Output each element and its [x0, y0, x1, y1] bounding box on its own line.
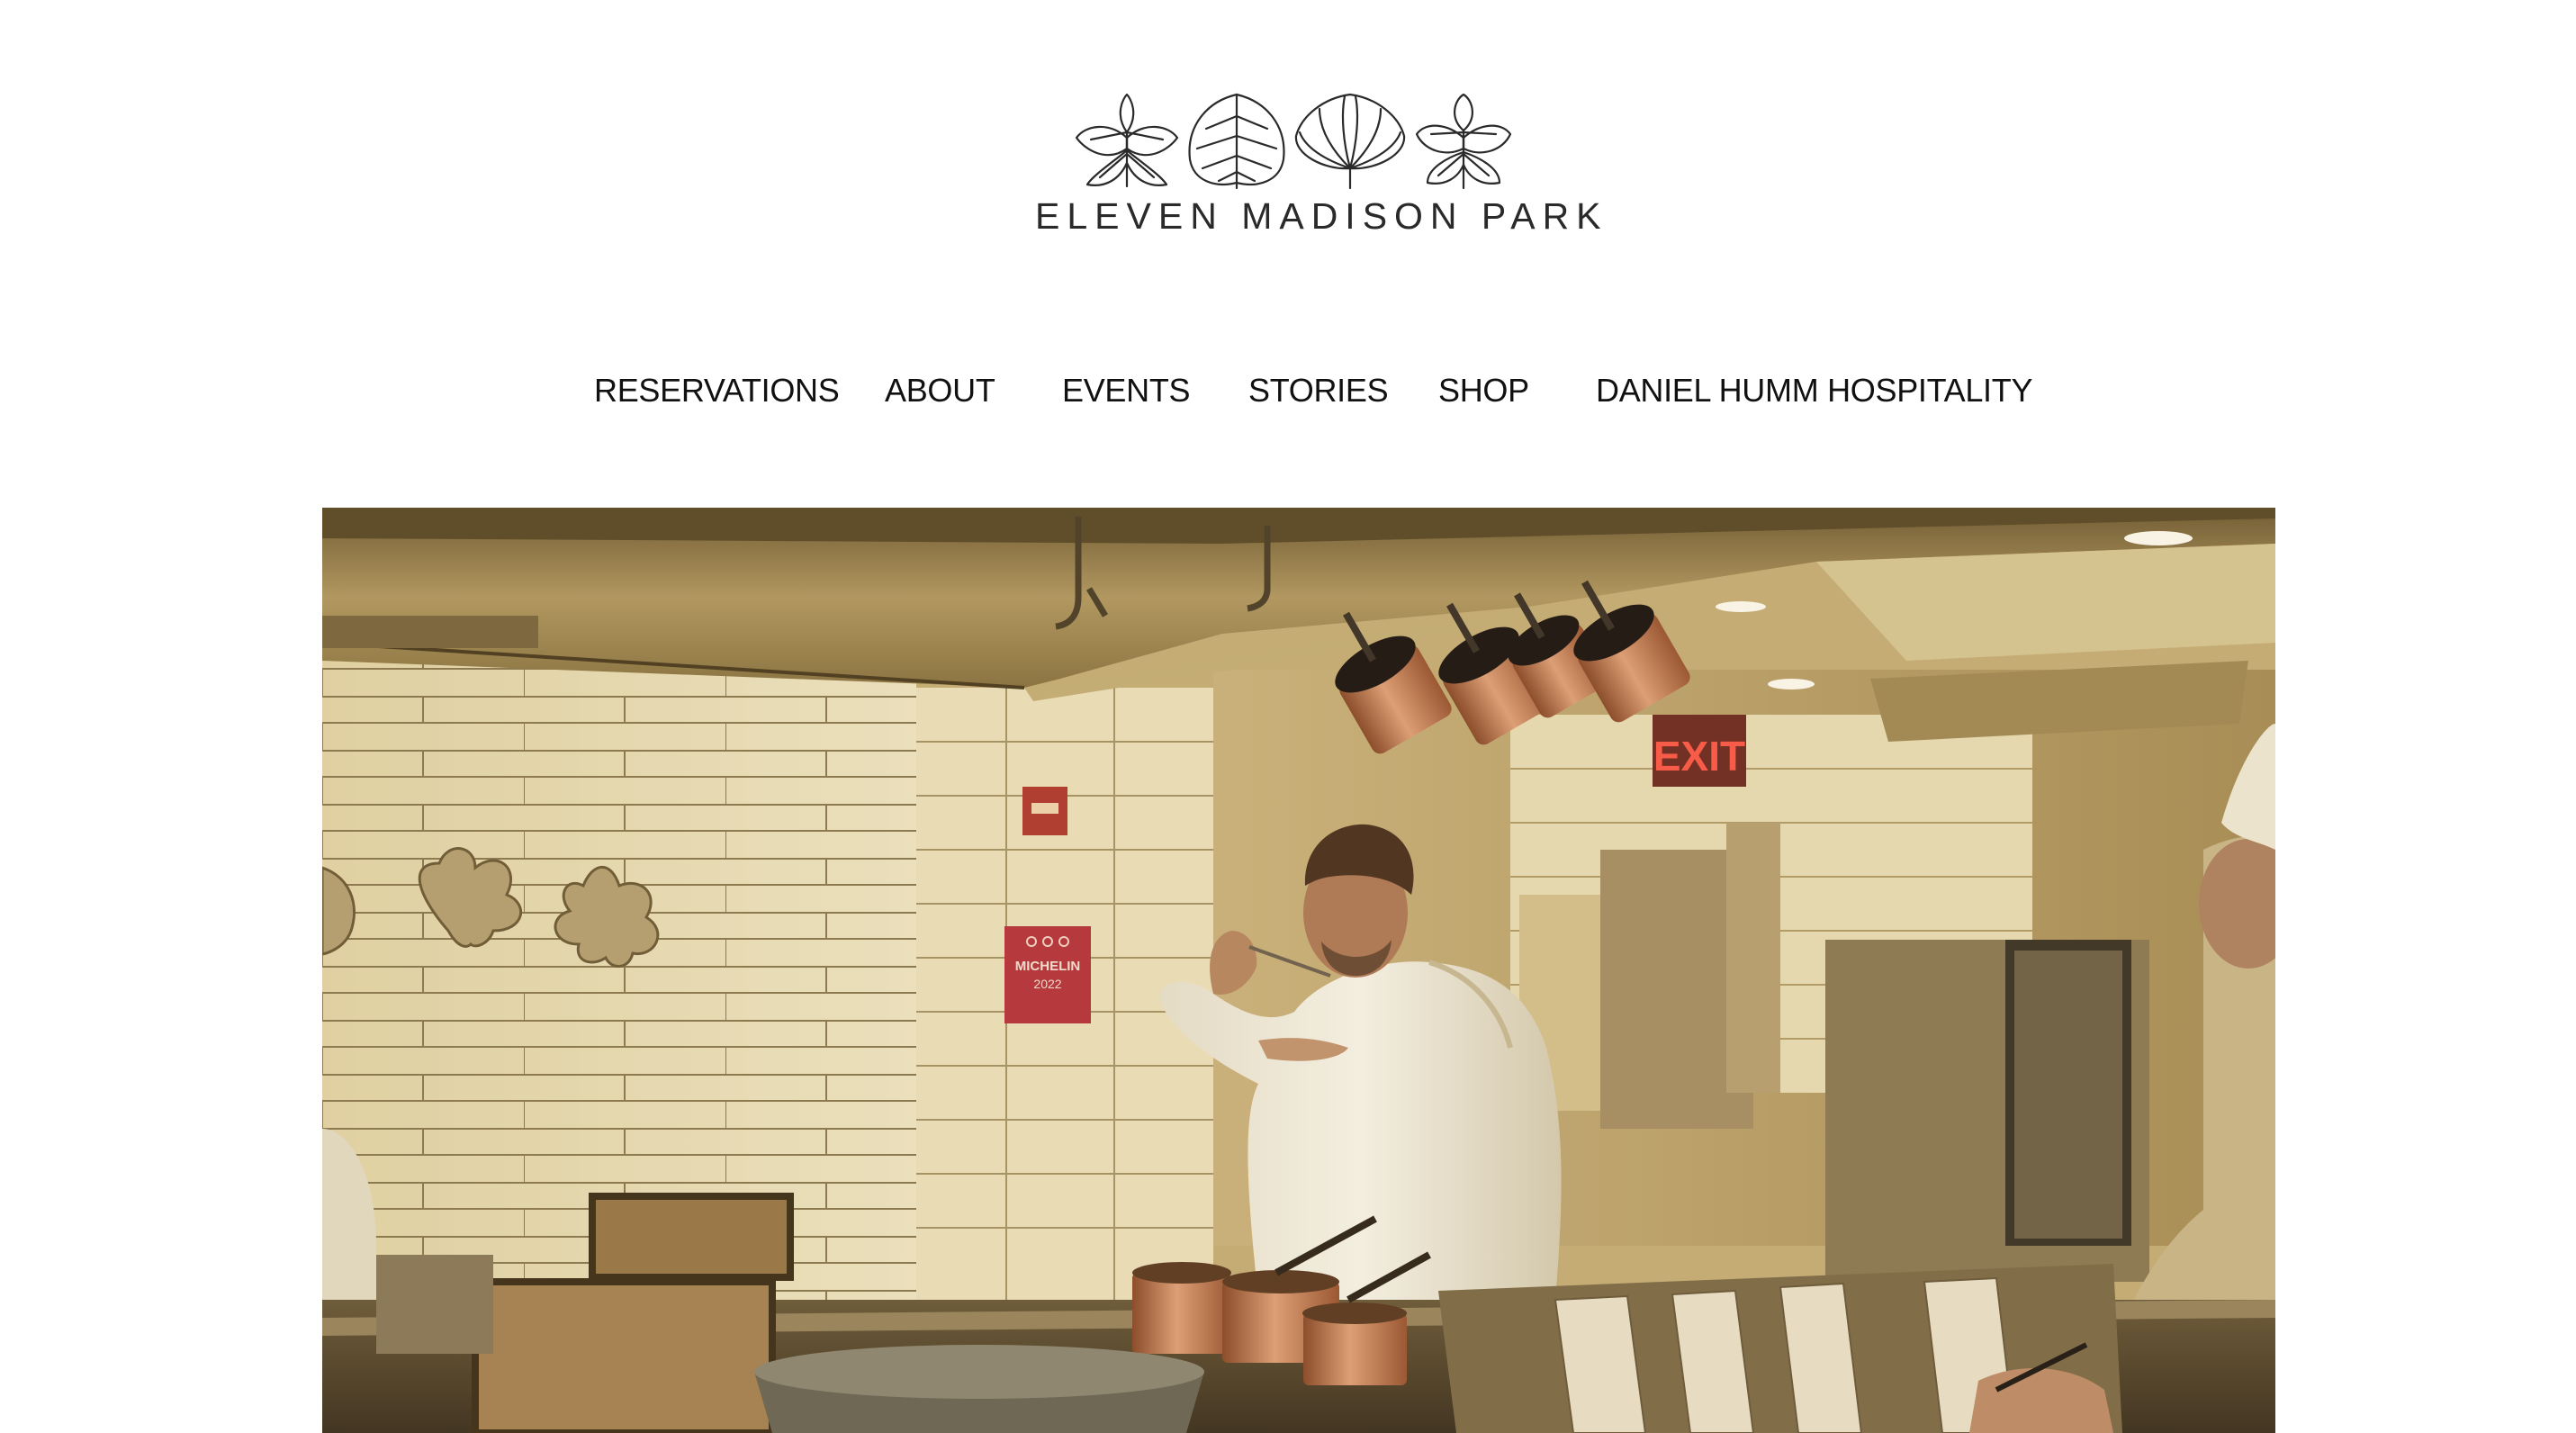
nav-item-daniel-humm-hospitality[interactable]: DANIEL HUMM HOSPITALITY [1596, 371, 2032, 410]
hero-image: EXIT MICHELIN 2022 [322, 508, 2275, 1433]
nav-item-reservations[interactable]: RESERVATIONS [594, 371, 840, 410]
nav-item-shop[interactable]: SHOP [1438, 371, 1529, 410]
nav-item-about[interactable]: ABOUT [885, 371, 995, 410]
brand-wordmark: ELEVEN MADISON PARK [1035, 195, 1608, 237]
nav-item-events[interactable]: EVENTS [1062, 371, 1191, 410]
logo[interactable]: ELEVEN MADISON PARK [1035, 86, 1608, 239]
four-leaf-marks-logo-icon [1071, 92, 1521, 191]
nav-item-stories[interactable]: STORIES [1248, 371, 1389, 410]
main-nav: RESERVATIONS ABOUT EVENTS STORIES SHOP D… [0, 371, 2576, 416]
